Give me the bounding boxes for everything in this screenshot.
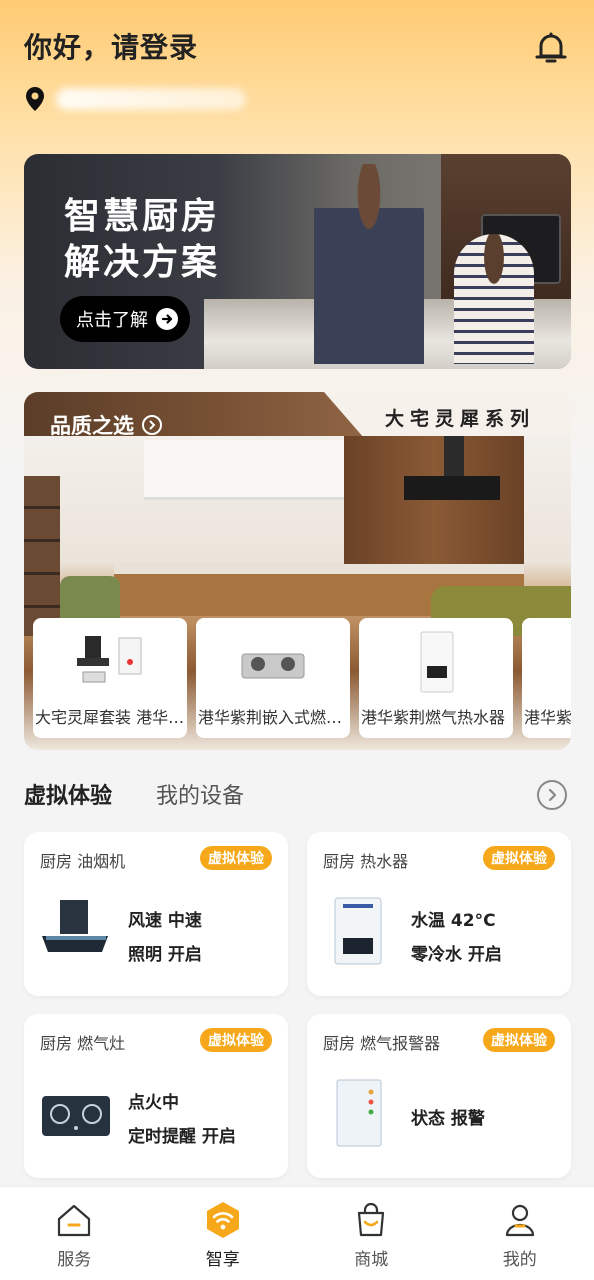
device-stat: 状态 报警 <box>411 1109 485 1129</box>
nav-service[interactable]: 服务 <box>0 1187 149 1280</box>
nav-mall[interactable]: 商城 <box>297 1187 446 1280</box>
device-location: 厨房 燃气报警器 <box>323 1034 441 1053</box>
device-location: 厨房 燃气灶 <box>40 1034 126 1053</box>
range-hood-icon <box>42 900 108 952</box>
banner-title: 智慧厨房 解决方案 <box>64 196 221 283</box>
device-stat: 零冷水 开启 <box>411 945 502 965</box>
nav-label: 服务 <box>57 1250 92 1270</box>
location-pin-icon <box>26 87 44 111</box>
virtual-badge: 虚拟体验 <box>200 846 272 870</box>
arrow-right-icon <box>156 308 178 330</box>
user-icon <box>505 1204 534 1237</box>
device-location: 厨房 油烟机 <box>40 852 126 871</box>
nav-label: 商城 <box>354 1250 389 1270</box>
chevron-right-circle-icon[interactable] <box>537 780 567 810</box>
tab-my-devices[interactable]: 我的设备 <box>156 778 244 810</box>
gas-stove-icon <box>42 1096 110 1136</box>
product-card[interactable]: 港华紫 <box>522 618 571 738</box>
product-card[interactable]: 大宅灵犀套装 港华紫荆 <box>33 618 187 738</box>
learn-more-label: 点击了解 <box>76 310 148 331</box>
device-stat: 照明 开启 <box>128 945 202 965</box>
device-card-range-hood[interactable]: 厨房 油烟机 虚拟体验 风速 中速 照明 开启 <box>24 832 288 996</box>
device-stat: 风速 中速 <box>128 911 202 931</box>
bell-icon[interactable] <box>534 30 568 66</box>
product-name: 港华紫荆嵌入式燃气灶 <box>198 708 350 727</box>
header: 你好，请登录 <box>24 26 570 126</box>
nav-label: 我的 <box>502 1250 537 1270</box>
location-selector[interactable] <box>24 86 246 112</box>
product-name: 港华紫 <box>524 708 571 727</box>
gas-alarm-icon <box>336 1079 382 1147</box>
virtual-badge: 虚拟体验 <box>483 1028 555 1052</box>
house-icon <box>58 1204 91 1237</box>
device-card-gas-stove[interactable]: 厨房 燃气灶 虚拟体验 点火中 定时提醒 开启 <box>24 1014 288 1178</box>
nav-label: 智享 <box>205 1250 240 1270</box>
device-card-gas-alarm[interactable]: 厨房 燃气报警器 虚拟体验 状态 报警 <box>307 1014 571 1178</box>
series-title[interactable]: 大宅灵犀系列 <box>385 404 535 431</box>
device-stat: 点火中 <box>128 1093 179 1113</box>
product-card[interactable]: 港华紫荆燃气热水器 <box>359 618 513 738</box>
gas-stove-image <box>241 653 305 679</box>
device-location: 厨房 热水器 <box>323 852 409 871</box>
range-hood-set-image <box>77 636 142 683</box>
product-name: 港华紫荆燃气热水器 <box>361 708 506 727</box>
device-stat: 定时提醒 开启 <box>128 1127 236 1147</box>
virtual-badge: 虚拟体验 <box>483 846 555 870</box>
login-greeting[interactable]: 你好，请登录 <box>24 26 570 66</box>
chevron-right-circle-icon <box>142 415 162 435</box>
water-heater-image <box>420 631 454 693</box>
location-text-redacted <box>56 88 246 110</box>
water-heater-icon <box>334 897 382 965</box>
banner-scene-man <box>314 164 424 364</box>
shopping-bag-icon <box>358 1202 385 1237</box>
learn-more-button[interactable]: 点击了解 <box>60 296 190 342</box>
quality-choice-section: 品质之选 大宅灵犀系列 大宅灵犀套装 港华紫荆 港华紫荆嵌入式燃气灶 港华紫荆燃… <box>24 392 571 750</box>
section-tabs: 虚拟体验 我的设备 <box>24 778 571 812</box>
product-card[interactable]: 港华紫荆嵌入式燃气灶 <box>196 618 350 738</box>
bottom-navigation: 服务 智享 商城 我的 <box>0 1186 594 1280</box>
device-stat: 水温 42°C <box>411 911 496 931</box>
product-name: 大宅灵犀套装 港华紫荆 <box>35 708 187 727</box>
product-carousel[interactable]: 大宅灵犀套装 港华紫荆 港华紫荆嵌入式燃气灶 港华紫荆燃气热水器 港华紫 <box>33 618 571 738</box>
virtual-badge: 虚拟体验 <box>200 1028 272 1052</box>
device-card-water-heater[interactable]: 厨房 热水器 虚拟体验 水温 42°C 零冷水 开启 <box>307 832 571 996</box>
nav-smart[interactable]: 智享 <box>149 1187 298 1280</box>
nav-mine[interactable]: 我的 <box>446 1187 594 1280</box>
smart-kitchen-banner[interactable]: 智慧厨房 解决方案 点击了解 <box>24 154 571 369</box>
banner-scene-child <box>454 234 534 364</box>
tab-virtual-experience[interactable]: 虚拟体验 <box>24 778 112 810</box>
wifi-hexagon-icon <box>206 1202 239 1238</box>
